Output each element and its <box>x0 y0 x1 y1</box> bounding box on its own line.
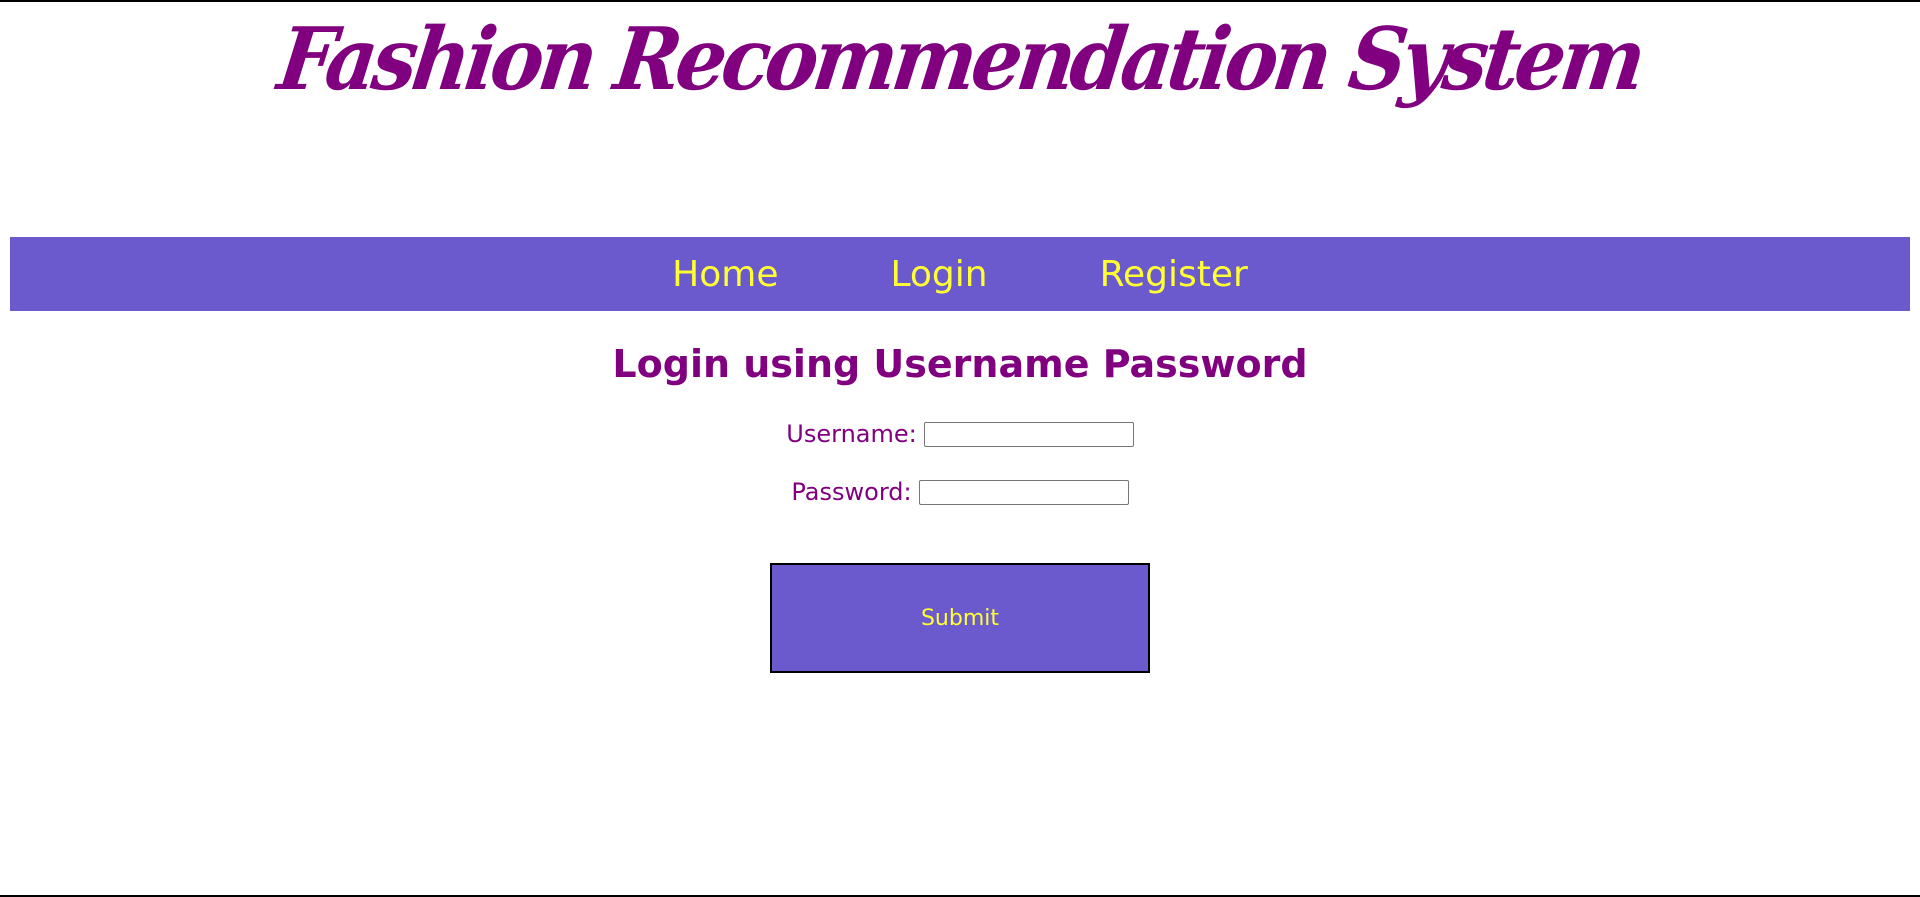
submit-button[interactable]: Submit <box>770 563 1150 673</box>
main-navbar: Home Login Register <box>10 237 1910 311</box>
site-title: Fashion Recommendation System <box>272 9 1648 110</box>
username-label: Username: <box>786 420 917 448</box>
site-banner: Fashion Recommendation System <box>0 9 1920 180</box>
nav-register-link[interactable]: Register <box>1100 254 1248 295</box>
username-row: Username: <box>0 420 1920 448</box>
password-input[interactable] <box>918 479 1129 505</box>
page: Fashion Recommendation System Home Login… <box>0 0 1920 897</box>
login-heading: Login using Username Password <box>612 342 1308 386</box>
nav-home-link[interactable]: Home <box>672 254 778 295</box>
password-label: Password: <box>791 478 912 506</box>
nav-login-link[interactable]: Login <box>890 254 987 295</box>
username-input[interactable] <box>923 421 1134 447</box>
password-row: Password: <box>0 478 1920 506</box>
